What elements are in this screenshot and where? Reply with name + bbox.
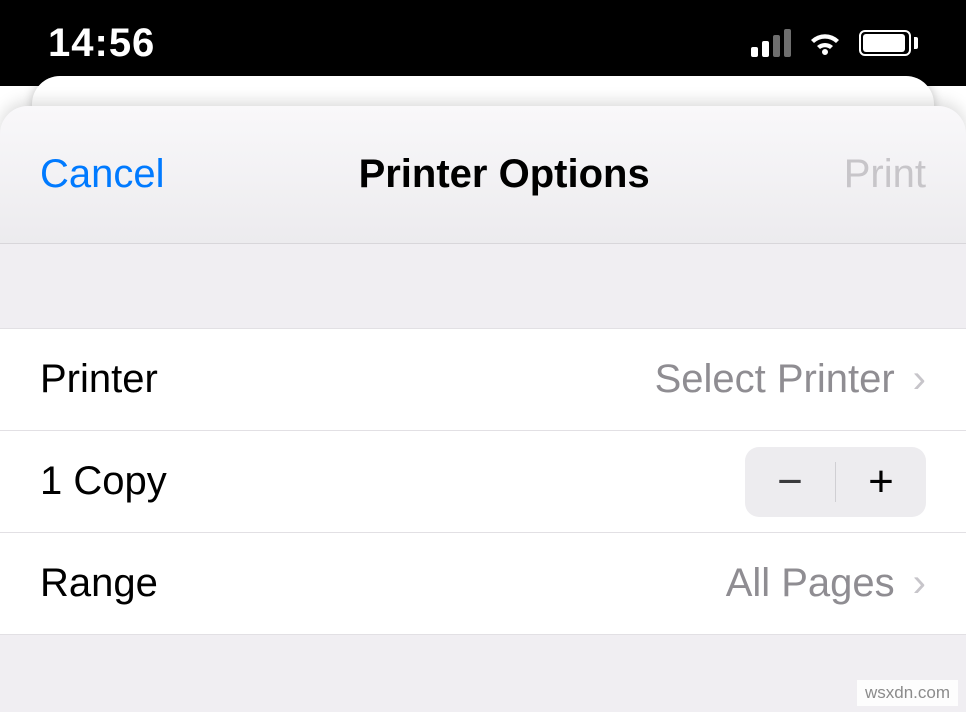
increment-button[interactable]: +	[836, 447, 926, 517]
print-button[interactable]: Print	[844, 152, 926, 197]
phone-screen: 14:56 Cancel Printer Options Print	[0, 0, 966, 712]
chevron-right-icon: ›	[913, 357, 926, 402]
cellular-signal-icon	[751, 29, 791, 57]
printer-label: Printer	[40, 357, 158, 402]
page-title: Printer Options	[359, 152, 650, 197]
status-bar: 14:56	[0, 0, 966, 86]
copies-stepper: − +	[745, 447, 926, 517]
printer-value: Select Printer ›	[655, 357, 926, 402]
copies-row: 1 Copy − +	[0, 431, 966, 533]
decrement-button[interactable]: −	[745, 447, 835, 517]
plus-icon: +	[868, 457, 894, 507]
range-value: All Pages ›	[726, 561, 926, 606]
copies-label: 1 Copy	[40, 459, 167, 504]
watermark: wsxdn.com	[857, 680, 958, 706]
minus-icon: −	[777, 457, 803, 507]
printer-value-text: Select Printer	[655, 357, 895, 402]
cancel-button[interactable]: Cancel	[40, 152, 165, 197]
range-row[interactable]: Range All Pages ›	[0, 533, 966, 635]
printer-options-sheet: Cancel Printer Options Print Printer Sel…	[0, 106, 966, 712]
status-icons	[751, 28, 918, 58]
printer-row[interactable]: Printer Select Printer ›	[0, 329, 966, 431]
wifi-icon	[805, 28, 845, 58]
chevron-right-icon: ›	[913, 561, 926, 606]
nav-bar: Cancel Printer Options Print	[0, 106, 966, 244]
battery-icon	[859, 30, 918, 56]
options-group: Printer Select Printer › 1 Copy − +	[0, 328, 966, 635]
range-value-text: All Pages	[726, 561, 895, 606]
range-label: Range	[40, 561, 158, 606]
clock: 14:56	[48, 21, 155, 66]
